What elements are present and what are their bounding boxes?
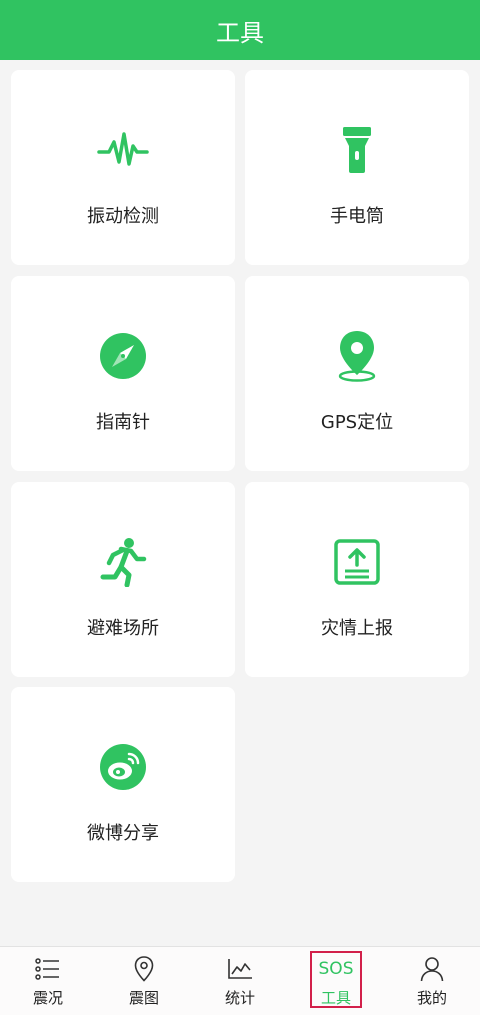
bottom-tab-bar: 震况 震图 统计 SOS 工具 我的: [0, 946, 480, 1015]
upload-report-icon: [329, 534, 385, 590]
tool-label: 手电筒: [330, 206, 384, 227]
tab-label: 震图: [128, 988, 159, 1007]
tab-statistics[interactable]: 统计: [192, 947, 288, 1015]
tool-gps-location[interactable]: GPS定位: [245, 276, 469, 471]
user-icon: [418, 955, 446, 983]
tool-label: GPS定位: [320, 412, 394, 433]
tool-vibration-detection[interactable]: 振动检测: [11, 70, 235, 265]
tab-tools[interactable]: SOS 工具: [288, 947, 384, 1015]
tool-label: 微博分享: [87, 823, 159, 844]
tool-label: 灾情上报: [321, 618, 393, 639]
tool-label: 振动检测: [87, 206, 159, 227]
tool-weibo-share[interactable]: 微博分享: [11, 687, 235, 882]
tool-shelter[interactable]: 避难场所: [11, 482, 235, 677]
tool-label: 避难场所: [87, 618, 159, 639]
app-header: 工具: [0, 0, 480, 60]
active-tab-highlight: [310, 951, 362, 1008]
flashlight-icon: [329, 122, 385, 178]
line-chart-icon: [226, 955, 254, 983]
tab-label: 我的: [416, 988, 447, 1007]
compass-icon: [95, 328, 151, 384]
running-person-icon: [95, 534, 151, 590]
pulse-icon: [95, 122, 151, 178]
tool-label: 指南针: [96, 412, 150, 433]
tool-flashlight[interactable]: 手电筒: [245, 70, 469, 265]
tool-compass[interactable]: 指南针: [11, 276, 235, 471]
list-icon: [34, 955, 62, 983]
tab-earthquake-status[interactable]: 震况: [0, 947, 96, 1015]
tab-label: 统计: [224, 988, 255, 1007]
weibo-icon: [95, 739, 151, 795]
tab-label: 震况: [32, 988, 63, 1007]
tab-profile[interactable]: 我的: [384, 947, 480, 1015]
map-pin-icon: [130, 955, 158, 983]
tab-earthquake-map[interactable]: 震图: [96, 947, 192, 1015]
location-pin-icon: [329, 328, 385, 384]
page-title: 工具: [216, 18, 264, 47]
tool-disaster-report[interactable]: 灾情上报: [245, 482, 469, 677]
